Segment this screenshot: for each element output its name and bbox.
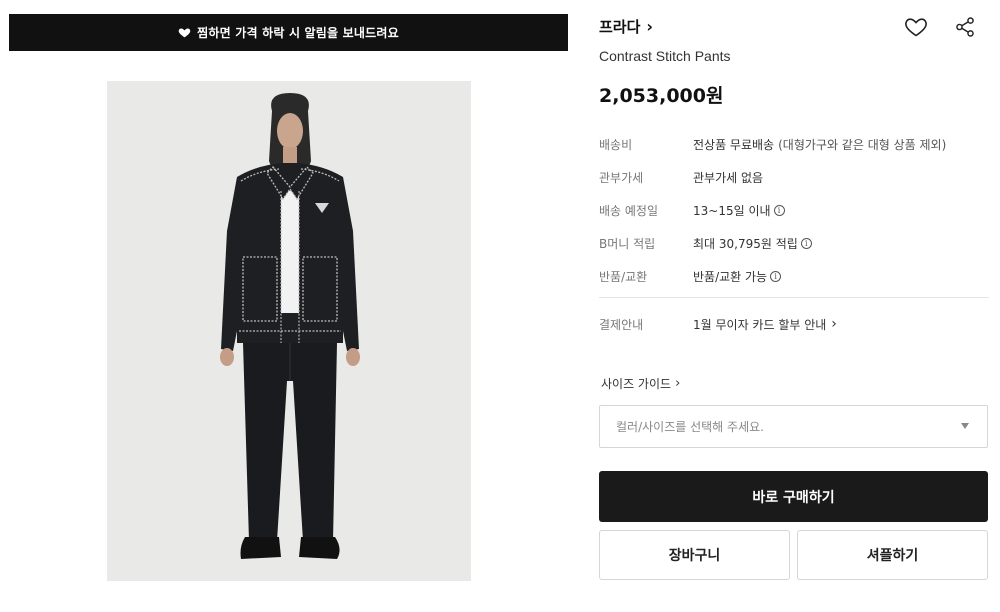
info-value-text: 전상품 무료배송 bbox=[693, 138, 775, 152]
heart-outline-icon bbox=[905, 18, 927, 37]
info-label: 결제안내 bbox=[599, 317, 644, 332]
installment-info-link[interactable]: 1월 무이자 카드 할부 안내 › bbox=[693, 316, 837, 333]
info-row-points: B머니 적립 최대 30,795원 적립 i bbox=[599, 227, 989, 260]
info-row-customs: 관부가세 관부가세 없음 bbox=[599, 161, 989, 194]
info-value-text: 13~15일 이내 bbox=[693, 204, 771, 218]
info-row-shipping-fee: 배송비 전상품 무료배송 (대형가구와 같은 대형 상품 제외) bbox=[599, 128, 989, 161]
brand-link[interactable]: 프라다 › bbox=[599, 16, 653, 37]
size-guide-label: 사이즈 가이드 bbox=[601, 377, 672, 391]
chevron-right-icon: › bbox=[646, 17, 653, 36]
heart-icon bbox=[178, 28, 191, 38]
price-alert-banner[interactable]: 찜하면 가격 하락 시 알림을 보내드려요 bbox=[9, 14, 568, 51]
price-alert-text: 찜하면 가격 하락 시 알림을 보내드려요 bbox=[197, 26, 399, 40]
info-value-note: (대형가구와 같은 대형 상품 제외) bbox=[778, 138, 947, 152]
info-circle-icon[interactable]: i bbox=[773, 205, 785, 216]
share-icon bbox=[956, 17, 974, 37]
info-label: B머니 적립 bbox=[599, 237, 656, 251]
brand-name: 프라다 bbox=[599, 18, 641, 36]
add-to-cart-button[interactable]: 장바구니 bbox=[599, 530, 790, 580]
share-button[interactable] bbox=[952, 14, 978, 40]
brand-row: 프라다 › bbox=[599, 14, 989, 38]
product-price: 2,053,000원 bbox=[599, 85, 724, 107]
option-select[interactable]: 컬러/사이즈를 선택해 주세요. bbox=[599, 405, 988, 448]
info-row-delivery-date: 배송 예정일 13~15일 이내 i bbox=[599, 194, 989, 227]
model-illustration bbox=[107, 81, 471, 581]
divider bbox=[599, 297, 989, 298]
buy-now-button[interactable]: 바로 구매하기 bbox=[599, 471, 988, 522]
product-name: Contrast Stitch Pants bbox=[599, 48, 731, 64]
payment-info-row: 결제안내 1월 무이자 카드 할부 안내 › bbox=[599, 310, 989, 338]
info-label: 배송 예정일 bbox=[599, 204, 659, 218]
chevron-right-icon: › bbox=[675, 376, 681, 391]
size-guide-link[interactable]: 사이즈 가이드 › bbox=[601, 375, 680, 392]
shipping-info: 배송비 전상품 무료배송 (대형가구와 같은 대형 상품 제외) 관부가세 관부… bbox=[599, 128, 989, 293]
info-value-text: 관부가세 없음 bbox=[693, 171, 764, 185]
info-value: 전상품 무료배송 (대형가구와 같은 대형 상품 제외) bbox=[693, 136, 946, 153]
info-label: 배송비 bbox=[599, 138, 633, 152]
info-value: 관부가세 없음 bbox=[693, 169, 763, 186]
caret-down-icon bbox=[961, 423, 969, 429]
installment-info-text: 1월 무이자 카드 할부 안내 bbox=[693, 317, 827, 332]
info-value: 최대 30,795원 적립 i bbox=[693, 235, 812, 252]
info-row-returns: 반품/교환 반품/교환 가능 i bbox=[599, 260, 989, 293]
info-circle-icon[interactable]: i bbox=[800, 238, 812, 249]
chevron-right-icon: › bbox=[831, 316, 837, 332]
shopple-button[interactable]: 셔플하기 bbox=[797, 530, 988, 580]
info-value: 13~15일 이내 i bbox=[693, 202, 785, 219]
info-label: 관부가세 bbox=[599, 171, 644, 185]
info-value-text: 최대 30,795원 적립 bbox=[693, 237, 798, 251]
info-label: 반품/교환 bbox=[599, 270, 648, 284]
wishlist-button[interactable] bbox=[903, 14, 929, 40]
product-image[interactable] bbox=[107, 81, 471, 581]
info-circle-icon[interactable]: i bbox=[770, 271, 782, 282]
option-select-placeholder: 컬러/사이즈를 선택해 주세요. bbox=[616, 420, 764, 434]
info-value-text: 반품/교환 가능 bbox=[693, 270, 768, 284]
info-value: 반품/교환 가능 i bbox=[693, 268, 782, 285]
